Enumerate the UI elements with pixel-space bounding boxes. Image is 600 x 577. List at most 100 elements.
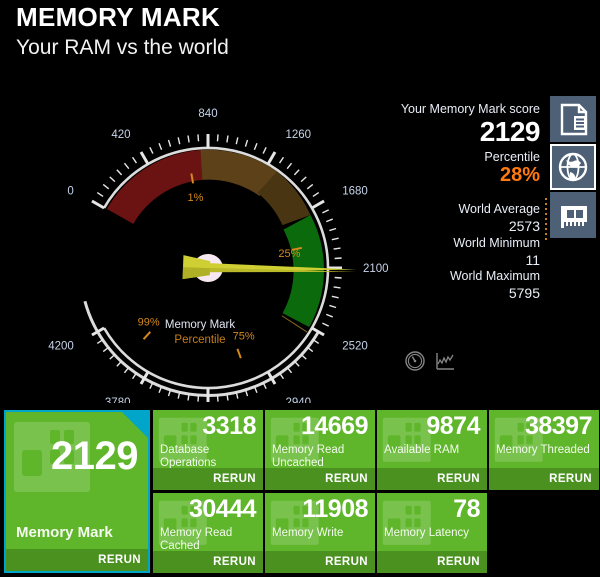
page-subtitle: Your RAM vs the world — [16, 36, 229, 59]
gauge-minor-tick — [226, 135, 229, 143]
memory-card-icon[interactable] — [550, 192, 596, 238]
gauge-minor-tick — [149, 146, 154, 154]
gauge-view-toggles — [404, 350, 456, 372]
gauge-minor-tick — [322, 209, 330, 214]
gauge-minor-tick — [116, 360, 123, 367]
result-name: Memory Threaded — [496, 444, 590, 456]
panel-divider — [545, 198, 547, 240]
result-value: 30444 — [188, 495, 257, 523]
gauge-minor-tick — [306, 183, 314, 190]
globe-icon[interactable] — [550, 144, 596, 190]
gauge-tick-label: 420 — [111, 129, 130, 141]
rerun-button[interactable]: RERUN — [489, 468, 599, 490]
gauge-minor-tick — [123, 162, 130, 170]
result-name: Memory Latency — [384, 527, 470, 539]
gauge-minor-tick — [300, 176, 307, 183]
speedometer-icon[interactable] — [404, 350, 426, 372]
gauge-major-tick — [311, 199, 325, 210]
gauge-minor-tick — [167, 139, 172, 147]
gauge-bands — [106, 149, 324, 327]
gauge-minor-tick — [329, 304, 337, 309]
rerun-button[interactable]: RERUN — [377, 551, 487, 573]
rerun-button[interactable]: RERUN — [153, 468, 263, 490]
gauge-minor-tick — [334, 257, 342, 260]
gauge-minor-tick — [253, 143, 258, 151]
result-value: 3318 — [202, 412, 256, 440]
gauge-minor-tick — [333, 247, 341, 250]
result-tile[interactable]: 38397 Memory Threaded RERUN — [489, 410, 599, 490]
memory-mark-gauge: 042084012601680210025202940336037804200 … — [48, 108, 388, 403]
world-minimum-label: World Minimum — [453, 236, 540, 250]
gauge-minor-tick — [300, 353, 307, 360]
gauge-minor-tick — [334, 276, 342, 279]
result-tile[interactable]: 11908 Memory Write RERUN — [265, 493, 375, 573]
result-value: 38397 — [524, 412, 593, 440]
score-value: 2129 — [479, 116, 541, 147]
percentile-label: Percentile — [484, 150, 540, 164]
result-tile[interactable]: 14669 Memory Read Uncached RERUN — [265, 410, 375, 490]
gauge-percentile-label: 1% — [188, 192, 204, 204]
score-label: Your Memory Mark score — [400, 102, 540, 116]
result-tile[interactable]: 3318 Database Operations RERUN — [153, 410, 263, 490]
result-name: Memory Read Cached — [160, 527, 233, 552]
result-value: 2129 — [51, 434, 138, 478]
gauge-major-tick — [266, 151, 277, 165]
result-name: Available RAM — [384, 444, 460, 456]
rerun-button[interactable]: RERUN — [265, 551, 375, 573]
result-name: Database Operations — [160, 444, 217, 469]
gauge-minor-tick — [286, 162, 293, 170]
gauge-tick-label: 0 — [67, 186, 73, 198]
gauge-minor-tick — [244, 139, 249, 147]
gauge-tick-label: 2940 — [286, 397, 312, 403]
result-name: Memory Mark — [16, 524, 113, 541]
gauge-minor-tick — [325, 218, 333, 223]
result-tile[interactable]: 78 Memory Latency RERUN — [377, 493, 487, 573]
rerun-button[interactable]: RERUN — [377, 468, 487, 490]
gauge-major-tick — [139, 151, 150, 165]
result-tile[interactable]: 9874 Available RAM RERUN — [377, 410, 487, 490]
gauge-minor-tick — [216, 394, 219, 402]
gauge-minor-tick — [216, 134, 219, 142]
gauge-minor-tick — [96, 191, 104, 198]
gauge-legend: Memory Mark Percentile — [0, 318, 400, 348]
result-tile-memory-mark[interactable]: 2129 Memory Mark RERUN — [4, 410, 150, 573]
gauge-minor-tick — [235, 137, 239, 145]
gauge-minor-tick — [312, 191, 320, 198]
result-name: Memory Read Uncached — [272, 444, 345, 469]
result-value: 78 — [453, 495, 480, 523]
gauge-minor-tick — [293, 360, 300, 367]
gauge-minor-tick — [109, 353, 116, 360]
action-icon-bar — [550, 96, 598, 240]
result-tile[interactable]: 30444 Memory Read Cached RERUN — [153, 493, 263, 573]
gauge-minor-tick — [158, 143, 163, 151]
world-maximum-label: World Maximum — [449, 269, 540, 283]
gauge-legend-secondary: Percentile — [174, 334, 226, 346]
gauge-minor-tick — [331, 295, 339, 299]
gauge-minor-tick — [333, 286, 341, 289]
rerun-button[interactable]: RERUN — [6, 549, 148, 571]
result-value: 9874 — [426, 412, 480, 440]
gauge-percentile-label: 25% — [278, 248, 300, 260]
gauge-legend-primary: Memory Mark — [164, 319, 236, 331]
gauge-minor-tick — [197, 394, 200, 402]
score-summary-panel: Your Memory Mark score 2129 Percentile 2… — [398, 96, 600, 301]
benchmark-results-panel: 2129 Memory Mark RERUN 3318 Database Ope… — [0, 405, 600, 577]
world-average-value: 2573 — [508, 218, 540, 234]
gauge-minor-tick — [278, 156, 285, 164]
world-minimum-value: 11 — [525, 252, 540, 268]
percentile-value: 28% — [499, 164, 540, 186]
gauge-minor-tick — [262, 146, 267, 154]
world-average-label: World Average — [458, 202, 540, 216]
document-memory-icon[interactable] — [550, 96, 596, 142]
gauge-minor-tick — [325, 313, 333, 318]
gauge-minor-tick — [116, 169, 123, 176]
gauge-major-tick — [91, 199, 105, 210]
line-chart-icon[interactable] — [434, 350, 456, 372]
page-title: MEMORY MARK — [16, 2, 221, 32]
gauge-tick-label: 1680 — [342, 186, 368, 198]
rerun-button[interactable]: RERUN — [265, 468, 375, 490]
gauge-minor-tick — [329, 227, 337, 232]
gauge-tick-label: 1260 — [286, 129, 312, 141]
gauge-percentile-tick — [236, 348, 242, 359]
rerun-button[interactable]: RERUN — [153, 551, 263, 573]
